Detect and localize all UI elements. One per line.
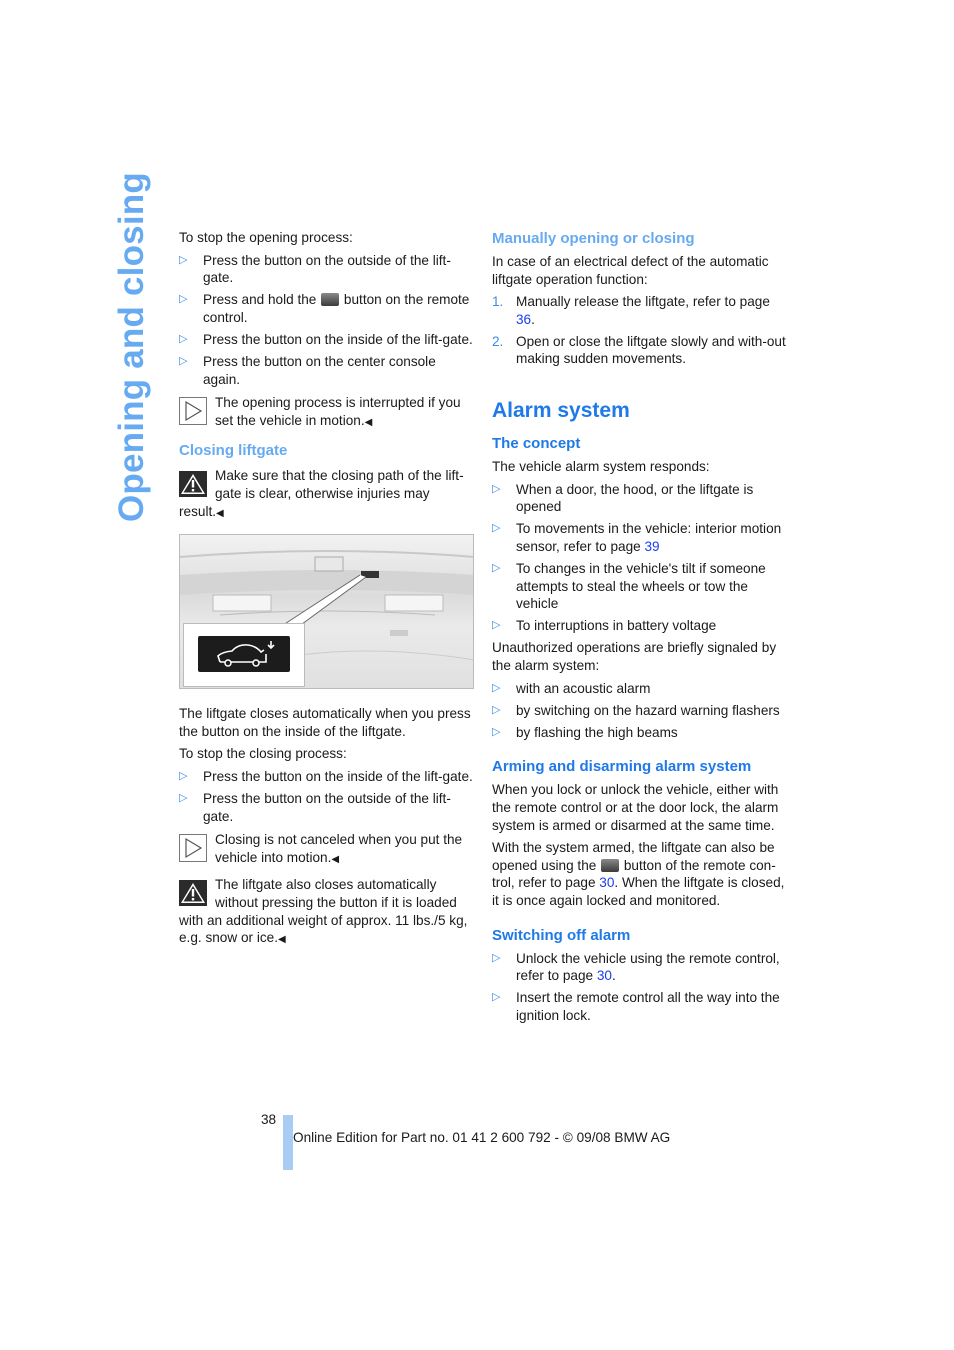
list-item: ▷ Press and hold the button on the remote…: [179, 292, 470, 325]
bullet-icon: ▷: [492, 522, 501, 535]
footer-accent-bar: [283, 1115, 293, 1170]
bullet-icon: ▷: [179, 293, 188, 306]
signal-list: ▷ with an acoustic alarm ▷ by switching on…: [492, 680, 787, 742]
bullet-icon: ▷: [492, 482, 501, 495]
arming-paragraph-2: With the system armed, the liftgate can …: [492, 840, 785, 908]
bullet-icon: ▷: [492, 681, 501, 694]
right-column: Manually opening or closing In case of a…: [492, 229, 787, 1029]
bullet-icon: ▷: [492, 725, 501, 738]
stop-opening-list: ▷ Press the button on the outside of the …: [179, 252, 474, 389]
page-link[interactable]: 30: [597, 968, 612, 983]
end-mark-icon: ◀: [364, 416, 373, 428]
left-column: To stop the opening process: ▷ Press the …: [179, 229, 474, 957]
page-link[interactable]: 39: [644, 539, 659, 554]
note-arrow-icon: [179, 834, 207, 863]
list-item: ▷ Unlock the vehicle using the remote con…: [492, 950, 780, 984]
remote-liftgate-button-icon: [601, 858, 620, 872]
list-item: ▷ Press the button on the inside of the l…: [179, 331, 473, 347]
concept-intro: The vehicle alarm system responds:: [492, 459, 710, 475]
list-item: ▷ When a door, the hood, or the liftgate …: [492, 481, 754, 515]
list-item: 2. Open or close the liftgate slowly and …: [492, 333, 786, 367]
arming-paragraph-1: When you lock or unlock the vehicle, eit…: [492, 782, 779, 833]
liftgate-close-button-graphic: [198, 636, 290, 673]
note-closing: Closing is not canceled when you put the…: [179, 831, 474, 868]
list-item: ▷ Press the button on the outside of the …: [179, 252, 451, 286]
page-number: 38: [261, 1112, 277, 1127]
list-item: ▷ by switching on the hazard warning flas…: [492, 702, 780, 718]
switch-off-list: ▷ Unlock the vehicle using the remote con…: [492, 950, 787, 1025]
section-heading-alarm-system: Alarm system: [492, 399, 630, 423]
end-mark-icon: ◀: [331, 853, 340, 865]
section-heading-closing-liftgate: Closing liftgate: [179, 442, 288, 460]
concept-list: ▷ When a door, the hood, or the liftgate …: [492, 481, 787, 635]
list-item: ▷ Press the button on the outside of the …: [179, 791, 451, 824]
edition-footer: Online Edition for Part no. 01 41 2 600 …: [293, 1130, 671, 1145]
list-item: ▷ To changes in the vehicle's tilt if som…: [492, 561, 766, 612]
list-item: ▷ Press the button on the inside of the l…: [179, 769, 473, 784]
subheading-arming: Arming and disarming alarm system: [492, 758, 752, 776]
bullet-icon: ▷: [492, 991, 501, 1004]
manual-intro: In case of an electrical defect of the a…: [492, 254, 769, 287]
list-item: 1. Manually release the liftgate, refer t…: [492, 294, 770, 327]
stop-opening-intro: To stop the opening process:: [179, 230, 353, 245]
bullet-icon: ▷: [179, 770, 188, 782]
bullet-icon: ▷: [179, 253, 188, 266]
liftgate-button-illustration: [179, 534, 474, 690]
bullet-icon: ▷: [492, 619, 501, 632]
closes-automatically-text: The liftgate closes automatically when y…: [179, 706, 471, 739]
warning-closing: Make sure that the closing path of the l…: [179, 468, 464, 519]
subheading-concept: The concept: [492, 435, 581, 453]
bullet-icon: ▷: [492, 703, 501, 716]
list-item: ▷ by flashing the high beams: [492, 724, 678, 740]
button-closeup-inset: [183, 623, 305, 688]
chapter-side-title: Opening and closing: [112, 172, 151, 522]
stop-closing-intro: To stop the closing process:: [179, 746, 347, 762]
list-item: ▷ To movements in the vehicle: interior m…: [492, 521, 782, 554]
stop-closing-list: ▷ Press the button on the inside of the l…: [179, 768, 474, 825]
warning-weight: The liftgate also closes automatically w…: [179, 877, 468, 946]
list-item: ▷ Insert the remote control all the way i…: [492, 990, 780, 1023]
warning-triangle-icon: [179, 471, 207, 498]
note-opening: The opening process is interrupted if yo…: [179, 394, 474, 431]
section-heading-manual: Manually opening or closing: [492, 230, 695, 247]
end-mark-icon: ◀: [216, 507, 224, 519]
bullet-icon: ▷: [179, 792, 188, 805]
signal-intro: Unauthorized operations are briefly sign…: [492, 640, 777, 673]
list-item: ▷ To interruptions in battery voltage: [492, 618, 717, 634]
note-arrow-icon: [179, 397, 207, 426]
remote-liftgate-button-icon: [321, 293, 340, 307]
bullet-icon: ▷: [179, 332, 188, 345]
page-link[interactable]: 36: [516, 312, 531, 327]
end-mark-icon: ◀: [277, 934, 286, 946]
bullet-icon: ▷: [179, 355, 188, 368]
page-link[interactable]: 30: [599, 875, 614, 890]
manual-steps: 1. Manually release the liftgate, refer t…: [492, 293, 787, 368]
bullet-icon: ▷: [492, 951, 501, 964]
bullet-icon: ▷: [492, 562, 501, 575]
list-item: ▷ with an acoustic alarm: [492, 680, 651, 696]
subheading-switching-off: Switching off alarm: [492, 926, 631, 944]
list-item: ▷ Press the button on the center console …: [179, 354, 436, 387]
warning-triangle-icon: [179, 880, 207, 907]
